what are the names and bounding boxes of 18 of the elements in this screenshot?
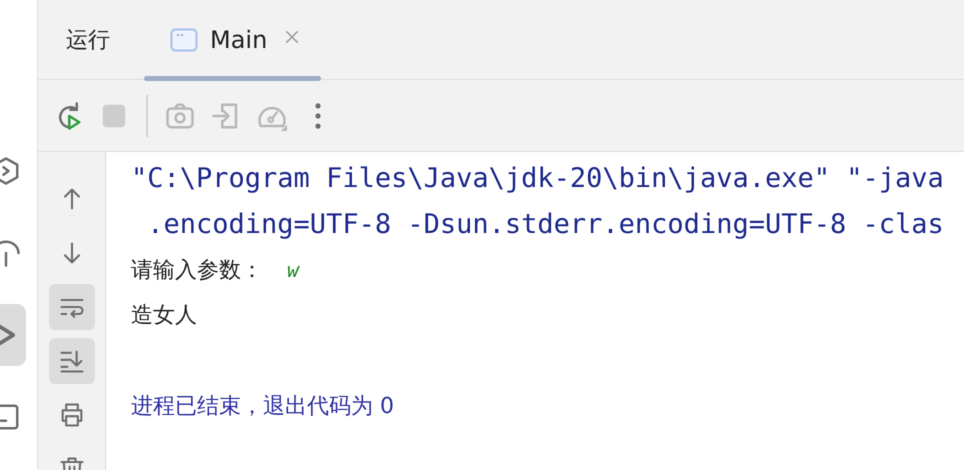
soft-wrap-button[interactable] <box>48 284 94 330</box>
more-icon <box>315 102 321 128</box>
command-line: "C:\Program Files\Java\jdk-20\bin\java.exe" "-java <box>131 163 944 194</box>
camera-icon <box>165 100 195 130</box>
tab-label[interactable]: Main <box>210 26 268 54</box>
umbrella-icon <box>0 238 21 268</box>
output-text: 造女人 <box>131 302 197 330</box>
window-icon <box>170 28 198 52</box>
prompt-text: 请输入参数： <box>131 256 263 285</box>
window-icon <box>0 402 21 432</box>
panel-title: 运行 <box>66 26 110 54</box>
tab[interactable]: Main <box>144 0 322 79</box>
input-text: w <box>287 258 300 282</box>
scroll-to-end-button[interactable] <box>48 338 94 384</box>
hexagon-icon <box>0 156 21 186</box>
command-line: .encoding=UTF-8 -Dsun.stderr.encoding=UTF-8 -clas <box>146 208 944 240</box>
chevron-icon <box>0 324 15 346</box>
exit-message: 进程已结束，退出代码为 0 <box>131 393 394 422</box>
